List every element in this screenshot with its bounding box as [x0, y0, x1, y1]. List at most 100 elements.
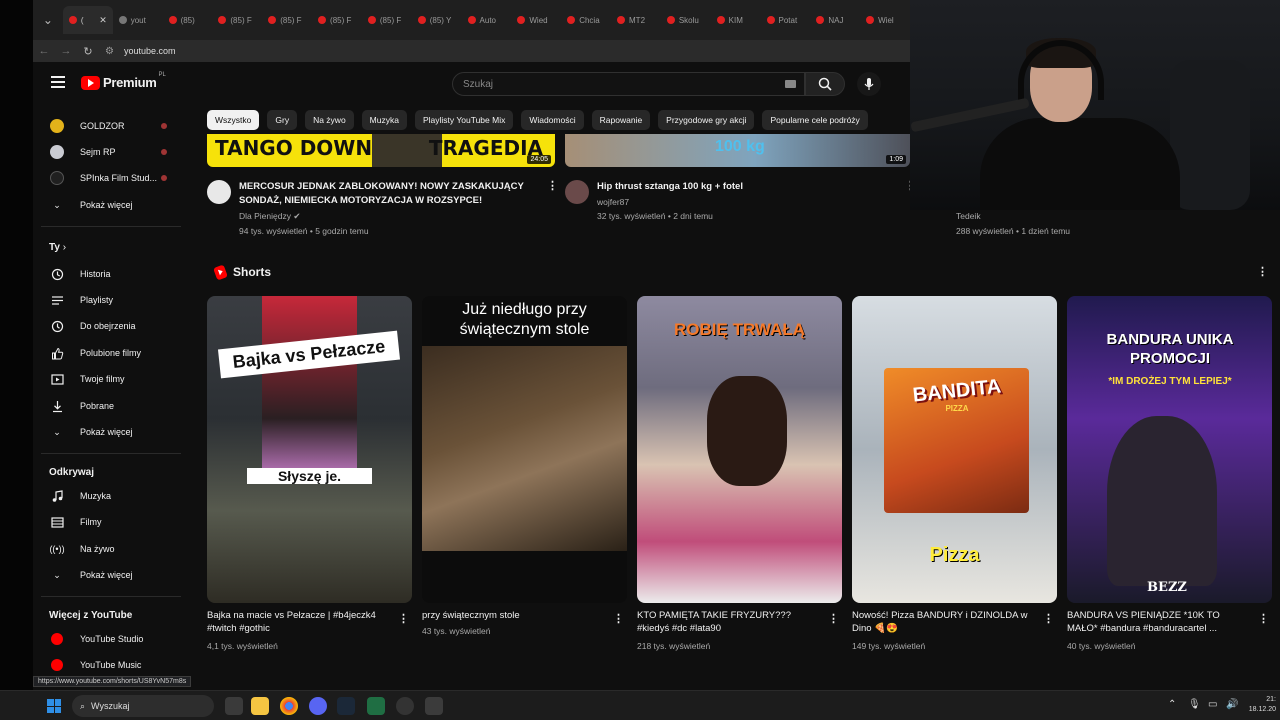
- sidebar-item-films[interactable]: Filmy: [33, 511, 185, 533]
- app-icon[interactable]: [425, 697, 443, 715]
- short-title[interactable]: BANDURA VS PIENIĄDZE *10K TO MAŁO* #band…: [1067, 609, 1247, 635]
- file-explorer-icon[interactable]: [251, 697, 269, 715]
- browser-tab[interactable]: Chcia: [561, 6, 611, 34]
- obs-icon[interactable]: [396, 697, 414, 715]
- browser-tab[interactable]: KIM: [711, 6, 761, 34]
- sidebar-item-youtube-music[interactable]: YouTube Music: [33, 654, 185, 676]
- chip-music[interactable]: Muzyka: [361, 110, 407, 130]
- sidebar-sub-goldzor[interactable]: GOLDZOR: [33, 115, 185, 137]
- sidebar-item-watch-later[interactable]: Do obejrzenia: [33, 315, 185, 337]
- voice-search-button[interactable]: [857, 72, 881, 96]
- more-options-icon[interactable]: ⋮: [398, 614, 409, 625]
- show-more-you[interactable]: ⌄ Pokaż więcej: [33, 421, 185, 443]
- browser-tab[interactable]: (85) F: [212, 6, 262, 34]
- short-title[interactable]: przy świątecznym stole: [422, 609, 602, 622]
- browser-tab[interactable]: (85) F: [262, 6, 312, 34]
- more-options-icon[interactable]: ⋮: [905, 181, 916, 192]
- chip-mix-playlists[interactable]: Playlisty YouTube Mix: [414, 110, 514, 130]
- browser-tab[interactable]: yout: [113, 6, 163, 34]
- sidebar-item-music[interactable]: Muzyka: [33, 485, 185, 507]
- short-title[interactable]: Bajka na macie vs Pełzacze | #b4jeczk4 #…: [207, 609, 387, 635]
- network-icon[interactable]: ▭: [1208, 699, 1217, 710]
- youtube-premium-logo[interactable]: Premium PL: [81, 72, 166, 90]
- close-tab-icon[interactable]: ✕: [99, 15, 107, 26]
- browser-tab[interactable]: NAJ: [810, 6, 860, 34]
- video-thumbnail[interactable]: 100 kg 1:09: [565, 134, 910, 167]
- chip-all[interactable]: Wszystko: [207, 110, 260, 130]
- browser-tab[interactable]: MT2: [611, 6, 661, 34]
- channel-name[interactable]: wojfer87: [597, 195, 629, 209]
- search-input[interactable]: Szukaj: [452, 72, 805, 96]
- tab-search-chevron-icon[interactable]: ⌄: [37, 9, 59, 31]
- menu-icon[interactable]: [51, 76, 65, 88]
- sidebar-item-your-videos[interactable]: Twoje filmy: [33, 368, 185, 390]
- short-title[interactable]: KTO PAMIĘTA TAKIE FRYZURY??? #kiedyś #dc…: [637, 609, 817, 635]
- browser-tab[interactable]: Auto: [462, 6, 512, 34]
- tray-chevron-icon[interactable]: ⌃: [1168, 699, 1176, 710]
- sidebar-sub-spinka[interactable]: SPInka Film Stud...: [33, 167, 185, 189]
- thumbnail-text: 100 kg: [715, 138, 765, 155]
- short-thumbnail[interactable]: Już niedługo przy świątecznym stole: [422, 296, 627, 603]
- channel-avatar[interactable]: [565, 180, 589, 204]
- sidebar-item-youtube-studio[interactable]: YouTube Studio: [33, 628, 185, 650]
- video-title[interactable]: Hip thrust sztanga 100 kg + fotel: [597, 180, 887, 194]
- browser-tab[interactable]: Wied: [511, 6, 561, 34]
- forward-arrow-icon[interactable]: →: [55, 45, 77, 57]
- windows-start-icon[interactable]: [47, 699, 61, 713]
- show-more-subs[interactable]: ⌄ Pokaż więcej: [33, 194, 185, 216]
- chip-action-adventure[interactable]: Przygodowe gry akcji: [658, 110, 755, 130]
- browser-tab[interactable]: (✕: [62, 6, 113, 34]
- channel-avatar[interactable]: [207, 180, 231, 204]
- show-more-explore[interactable]: ⌄ Pokaż więcej: [33, 564, 185, 586]
- browser-tab[interactable]: Wiel: [860, 6, 910, 34]
- more-options-icon[interactable]: ⋮: [1258, 614, 1269, 625]
- short-thumbnail[interactable]: BANDURA UNIKA PROMOCJI *IM DROŻEJ TYM LE…: [1067, 296, 1272, 603]
- chip-travel[interactable]: Popularne cele podróży: [762, 110, 868, 130]
- discord-icon[interactable]: [309, 697, 327, 715]
- you-section-heading[interactable]: Ty ›: [49, 242, 66, 253]
- short-title[interactable]: Nowość! Pizza BANDURY i DZINOLDA w Dino …: [852, 609, 1032, 635]
- short-thumbnail[interactable]: BANDITA PIZZA Pizza: [852, 296, 1057, 603]
- chip-rap[interactable]: Rapowanie: [591, 110, 651, 130]
- sidebar-item-liked[interactable]: Polubione filmy: [33, 342, 185, 364]
- browser-tab[interactable]: (85): [163, 6, 213, 34]
- short-thumbnail[interactable]: Bajka vs Pełzacze Słyszę je.: [207, 296, 412, 603]
- chip-live[interactable]: Na żywo: [305, 110, 354, 130]
- clock[interactable]: 21: 18.12.20: [1249, 695, 1276, 715]
- taskbar-search[interactable]: ⌕ Wyszukaj: [72, 695, 214, 717]
- search-button[interactable]: [805, 72, 845, 96]
- sidebar-item-history[interactable]: Historia: [33, 263, 185, 285]
- browser-tab[interactable]: Skolu: [661, 6, 711, 34]
- back-arrow-icon[interactable]: ←: [33, 45, 55, 57]
- shorts-more-icon[interactable]: ⋮: [1257, 267, 1268, 278]
- sidebar-item-downloads[interactable]: Pobrane: [33, 395, 185, 417]
- volume-icon[interactable]: 🔊: [1226, 699, 1238, 710]
- reload-icon[interactable]: ↻: [77, 45, 99, 58]
- more-options-icon[interactable]: ⋮: [1043, 614, 1054, 625]
- chip-games[interactable]: Gry: [267, 110, 298, 130]
- more-options-icon[interactable]: ⋮: [547, 181, 558, 192]
- more-options-icon[interactable]: ⋮: [828, 614, 839, 625]
- keyboard-icon[interactable]: [785, 80, 796, 88]
- browser-tab[interactable]: (85) Y: [412, 6, 462, 34]
- steam-icon[interactable]: [337, 697, 355, 715]
- browser-tab[interactable]: Potat: [761, 6, 811, 34]
- sidebar-sub-sejm[interactable]: Sejm RP: [33, 141, 185, 163]
- url-field[interactable]: youtube.com: [124, 46, 176, 56]
- short-thumbnail[interactable]: ROBIĘ TRWAŁĄ: [637, 296, 842, 603]
- site-info-icon[interactable]: ⚙: [105, 46, 114, 57]
- channel-name[interactable]: Tedeik: [956, 209, 981, 223]
- sidebar-item-playlists[interactable]: Playlisty: [33, 289, 185, 311]
- browser-tab[interactable]: (85) F: [312, 6, 362, 34]
- more-options-icon[interactable]: ⋮: [613, 614, 624, 625]
- channel-name[interactable]: Dla Pieniędzy ✔: [239, 209, 300, 223]
- video-thumbnail[interactable]: TANGO DOWN TRAGEDIA 24:05: [207, 134, 555, 167]
- chrome-icon[interactable]: [280, 697, 298, 715]
- excel-icon[interactable]: [367, 697, 385, 715]
- browser-tab[interactable]: (85) F: [362, 6, 412, 34]
- sidebar-item-live[interactable]: ((•)) Na żywo: [33, 538, 185, 560]
- microphone-icon[interactable]: 🎙: [1188, 699, 1201, 710]
- task-view-icon[interactable]: [225, 697, 243, 715]
- video-title[interactable]: MERCOSUR JEDNAK ZABLOKOWANY! NOWY ZASKAK…: [239, 180, 539, 208]
- chip-news[interactable]: Wiadomości: [521, 110, 584, 130]
